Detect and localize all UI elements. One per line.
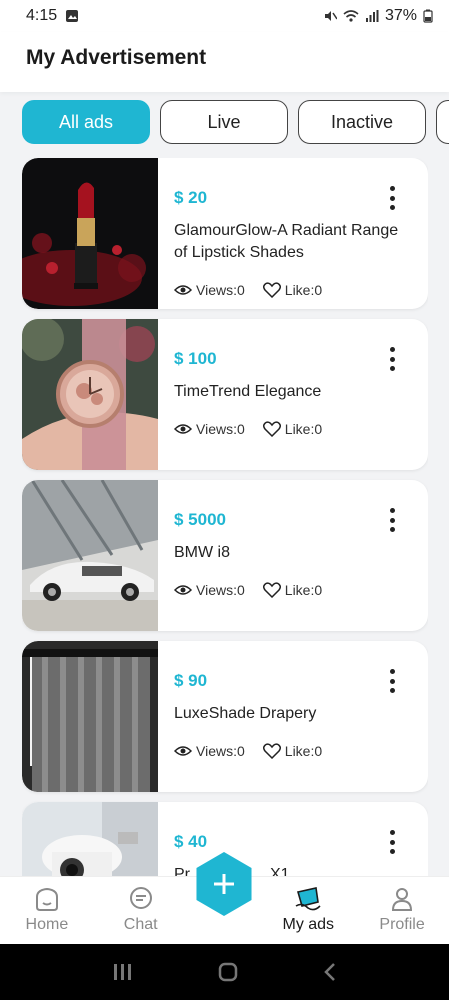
tab-live[interactable]: Live [160,100,288,144]
ad-title: BMW i8 [174,544,230,561]
battery-icon [423,9,433,23]
tab-all-ads[interactable]: All ads [22,100,150,144]
ad-title-start: Pr [174,866,190,876]
ad-thumbnail [22,480,158,631]
ad-title: LuxeShade Drapery [174,705,317,722]
views-stat: Views:0 [174,743,245,759]
nav-profile-label: Profile [379,916,425,933]
ads-list: $ 20 GlamourGlow-A Radiant Range of Lips… [22,158,428,876]
tab-overflow[interactable] [436,100,449,144]
plus-icon [214,874,234,894]
ad-title: GlamourGlow-A Radiant Range of Lipstick … [174,222,399,261]
likes-count: Like:0 [284,282,323,298]
gallery-icon [66,10,79,22]
ad-price: $ 5000 [174,510,226,529]
filter-tabs: All ads Live Inactive [0,100,449,150]
status-time: 4:15 [26,7,58,24]
signal-icon [365,10,379,22]
ad-stats: Views:0 Like:0 [174,282,340,298]
heart-icon [262,743,281,759]
views-count: Views:0 [196,743,245,759]
views-stat: Views:0 [174,421,245,437]
ad-card[interactable]: $ 90 LuxeShade Drapery Views:0 Like:0 [22,641,428,792]
ad-thumbnail [22,802,158,876]
heart-icon [262,582,281,598]
eye-icon [174,585,192,595]
home-button-icon[interactable] [217,961,239,983]
ad-price: $ 90 [174,671,208,690]
ad-stats: Views:0 Like:0 [174,421,340,437]
likes-stat: Like:0 [262,743,323,759]
ad-card[interactable]: $ 100 TimeTrend Elegance Views:0 Like:0 [22,319,428,470]
more-options-icon[interactable] [386,830,398,854]
ad-card[interactable]: $ 5000 BMW i8 Views:0 Like:0 [22,480,428,631]
chat-icon [129,887,152,909]
profile-icon [392,888,413,911]
nav-home-label: Home [25,916,69,933]
views-count: Views:0 [196,582,245,598]
nav-profile[interactable]: Profile [362,886,442,934]
likes-count: Like:0 [284,743,323,759]
recent-apps-icon[interactable] [112,962,134,982]
more-options-icon[interactable] [386,508,398,532]
heart-icon [262,421,281,437]
nav-chat-label: Chat [123,916,158,933]
status-right: 37% [323,7,433,25]
views-stat: Views:0 [174,282,245,298]
ad-thumbnail [22,319,158,470]
more-options-icon[interactable] [386,669,398,693]
ad-thumbnail [22,158,158,309]
wifi-icon [343,10,359,22]
more-options-icon[interactable] [386,347,398,371]
likes-count: Like:0 [284,582,323,598]
page-title: My Advertisement [0,32,449,92]
eye-icon [174,285,192,295]
nav-home[interactable]: Home [7,886,87,934]
ad-price: $ 40 [174,832,208,851]
nav-my-ads-label: My ads [282,916,335,933]
ad-card[interactable]: $ 20 GlamourGlow-A Radiant Range of Lips… [22,158,428,309]
ad-stats: Views:0 Like:0 [174,743,340,759]
ad-title: TimeTrend Elegance [174,383,322,400]
system-nav-bar [0,944,449,1000]
tab-inactive[interactable]: Inactive [298,100,426,144]
likes-stat: Like:0 [262,421,323,437]
heart-icon [262,282,281,298]
nav-chat[interactable]: Chat [101,886,181,934]
likes-stat: Like:0 [262,282,323,298]
views-count: Views:0 [196,282,245,298]
status-bar: 4:15 37% [0,0,449,32]
ad-thumbnail [22,641,158,792]
views-count: Views:0 [196,421,245,437]
home-icon [35,887,58,911]
views-stat: Views:0 [174,582,245,598]
more-options-icon[interactable] [386,186,398,210]
ad-stats: Views:0 Like:0 [174,582,340,598]
my-ads-icon [295,887,321,911]
likes-count: Like:0 [284,421,323,437]
ad-title-end: X1 [270,866,290,876]
back-icon[interactable] [322,962,338,982]
eye-icon [174,424,192,434]
ad-price: $ 20 [174,188,208,207]
nav-my-ads[interactable]: My ads [268,886,348,934]
eye-icon [174,746,192,756]
battery-percent: 37% [384,7,417,24]
ad-price: $ 100 [174,349,217,368]
status-left: 4:15 [26,7,79,25]
mute-icon [324,11,337,21]
likes-stat: Like:0 [262,582,323,598]
